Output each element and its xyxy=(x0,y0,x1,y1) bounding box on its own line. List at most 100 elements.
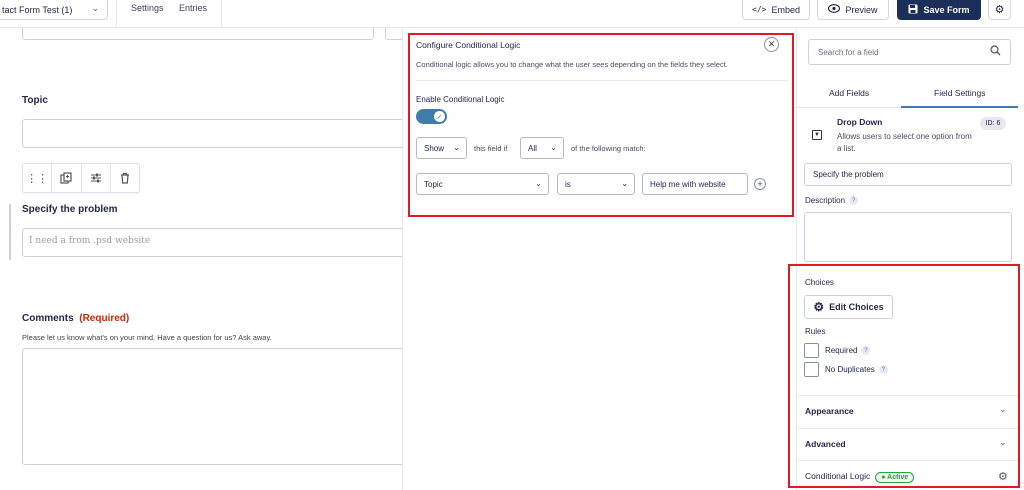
match-type-value: All xyxy=(528,143,537,153)
conditional-logic-description: Conditional logic allows you to change w… xyxy=(416,60,728,69)
form-field-input[interactable] xyxy=(22,28,374,40)
edit-choices-button[interactable]: ⚙ Edit Choices xyxy=(804,295,893,319)
enable-conditional-logic-label: Enable Conditional Logic xyxy=(416,95,505,104)
active-tab-indicator xyxy=(901,106,1018,108)
chevron-down-icon: ⌄ xyxy=(91,3,99,13)
save-form-button[interactable]: Save Form xyxy=(897,0,981,20)
divider xyxy=(116,0,117,28)
comments-field-label: Comments (Required) xyxy=(22,313,129,324)
this-field-if-text: this field if xyxy=(474,144,508,153)
close-icon[interactable]: ✕ xyxy=(764,37,779,52)
required-checkbox-label: Required? xyxy=(825,346,871,356)
comments-textarea[interactable] xyxy=(22,348,402,465)
help-icon[interactable]: ? xyxy=(878,365,888,375)
chevron-down-icon[interactable]: ⌄ xyxy=(999,437,1007,448)
required-checkbox[interactable] xyxy=(804,343,819,358)
divider xyxy=(797,460,1018,461)
comments-label-text: Comments xyxy=(22,313,74,324)
conditional-logic-accordion-label: Conditional Logic xyxy=(805,471,871,481)
form-field-input[interactable] xyxy=(385,28,402,40)
nav-settings-link[interactable]: Settings xyxy=(131,3,164,13)
conditional-logic-accordion[interactable]: Conditional Logic ● Active xyxy=(805,471,915,483)
field-search-placeholder: Search for a field xyxy=(818,47,879,57)
field-label-input[interactable]: Specify the problem xyxy=(804,163,1012,186)
topic-field-label: Topic xyxy=(22,95,48,106)
no-duplicates-checkbox[interactable] xyxy=(804,362,819,377)
help-icon[interactable]: ? xyxy=(849,196,859,206)
match-type-select[interactable]: All ⌄ xyxy=(520,137,564,159)
action-select[interactable]: Show ⌄ xyxy=(416,137,467,159)
search-icon xyxy=(990,45,1001,59)
choices-label: Choices xyxy=(805,278,834,287)
advanced-accordion[interactable]: Advanced xyxy=(805,439,846,449)
gear-icon[interactable]: ⚙ xyxy=(998,470,1008,483)
topic-dropdown[interactable] xyxy=(22,119,402,148)
following-match-text: of the following match: xyxy=(571,144,646,153)
add-rule-plus-icon[interactable]: + xyxy=(754,178,766,190)
preview-button[interactable]: Preview xyxy=(817,0,889,20)
appearance-accordion[interactable]: Appearance xyxy=(805,406,854,416)
conditional-logic-title: Configure Conditional Logic xyxy=(416,40,521,50)
nav-entries-link[interactable]: Entries xyxy=(179,3,207,13)
description-textarea[interactable] xyxy=(804,212,1012,262)
required-label-text: Required xyxy=(825,346,858,355)
divider xyxy=(797,395,1018,396)
checkmark-icon: ✓ xyxy=(434,111,445,122)
rule-operator-select[interactable]: is ⌄ xyxy=(557,173,635,195)
enable-conditional-logic-toggle[interactable]: ✓ xyxy=(416,109,447,124)
form-switcher-select[interactable]: tact Form Test (1) ⌄ xyxy=(0,0,108,20)
rule-value-input[interactable]: Help me with website xyxy=(642,173,748,195)
gear-icon: ⚙ xyxy=(813,300,825,314)
top-bar: tact Form Test (1) ⌄ Settings Entries </… xyxy=(0,0,1024,28)
help-icon[interactable]: ? xyxy=(861,346,871,356)
floppy-disk-icon xyxy=(908,4,918,16)
field-id-badge: ID: 6 xyxy=(980,117,1006,130)
description-label-text: Description xyxy=(805,196,846,205)
save-form-button-label: Save Form xyxy=(923,4,970,15)
action-select-value: Show xyxy=(424,143,445,153)
comments-help-text: Please let us know what's on your mind. … xyxy=(22,333,272,342)
specify-problem-input[interactable]: I need a from .psd website xyxy=(22,228,402,257)
chevron-down-icon: ⌄ xyxy=(621,179,628,188)
gear-icon: ⚙ xyxy=(994,4,1005,16)
field-type-title: Drop Down xyxy=(837,117,883,127)
duplicate-icon[interactable] xyxy=(52,164,82,192)
field-label-value: Specify the problem xyxy=(813,170,884,179)
tab-field-settings[interactable]: Field Settings xyxy=(934,88,986,98)
chevron-down-icon: ⌄ xyxy=(550,143,557,152)
field-selection-indicator xyxy=(9,204,11,260)
required-indicator: (Required) xyxy=(79,313,130,324)
specify-problem-field-label: Specify the problem xyxy=(22,204,118,215)
rule-field-select[interactable]: Topic ⌄ xyxy=(416,173,549,195)
no-duplicates-label-text: No Duplicates xyxy=(825,365,875,374)
form-settings-gear-button[interactable]: ⚙ xyxy=(988,0,1011,20)
divider xyxy=(797,428,1018,429)
divider xyxy=(416,80,788,81)
sidebar-tabs: Add Fields Field Settings xyxy=(797,80,1018,108)
rule-operator-value: is xyxy=(565,179,571,189)
active-status-badge: ● Active xyxy=(875,472,915,483)
form-switcher-label: tact Form Test (1) xyxy=(2,4,73,15)
eye-icon xyxy=(828,4,841,15)
chevron-down-icon[interactable]: ⌄ xyxy=(999,404,1007,415)
field-search-input[interactable]: Search for a field xyxy=(808,39,1011,65)
code-icon: </> xyxy=(752,5,767,14)
form-canvas: Topic ⋮⋮ Specify the problem I need a fr… xyxy=(0,28,402,490)
drag-handle-icon[interactable]: ⋮⋮ xyxy=(23,164,53,192)
chevron-down-icon: ⌄ xyxy=(453,143,460,152)
specify-problem-placeholder: I need a from .psd website xyxy=(29,236,151,246)
dropdown-field-icon: ▼ xyxy=(812,130,822,140)
divider xyxy=(221,0,222,28)
field-type-description: Allows users to select one option from a… xyxy=(837,132,972,153)
field-settings-sliders-icon[interactable] xyxy=(82,164,111,192)
chevron-down-icon: ⌄ xyxy=(535,179,542,188)
rules-label: Rules xyxy=(805,327,826,336)
embed-button-label: Embed xyxy=(771,4,800,15)
embed-button[interactable]: </> Embed xyxy=(742,0,810,20)
tab-add-fields[interactable]: Add Fields xyxy=(829,88,869,98)
no-duplicates-checkbox-label: No Duplicates? xyxy=(825,365,888,375)
field-toolbar: ⋮⋮ xyxy=(22,163,140,193)
trash-icon[interactable] xyxy=(111,164,139,192)
description-label: Description? xyxy=(805,196,859,206)
active-status-text: Active xyxy=(887,474,909,481)
